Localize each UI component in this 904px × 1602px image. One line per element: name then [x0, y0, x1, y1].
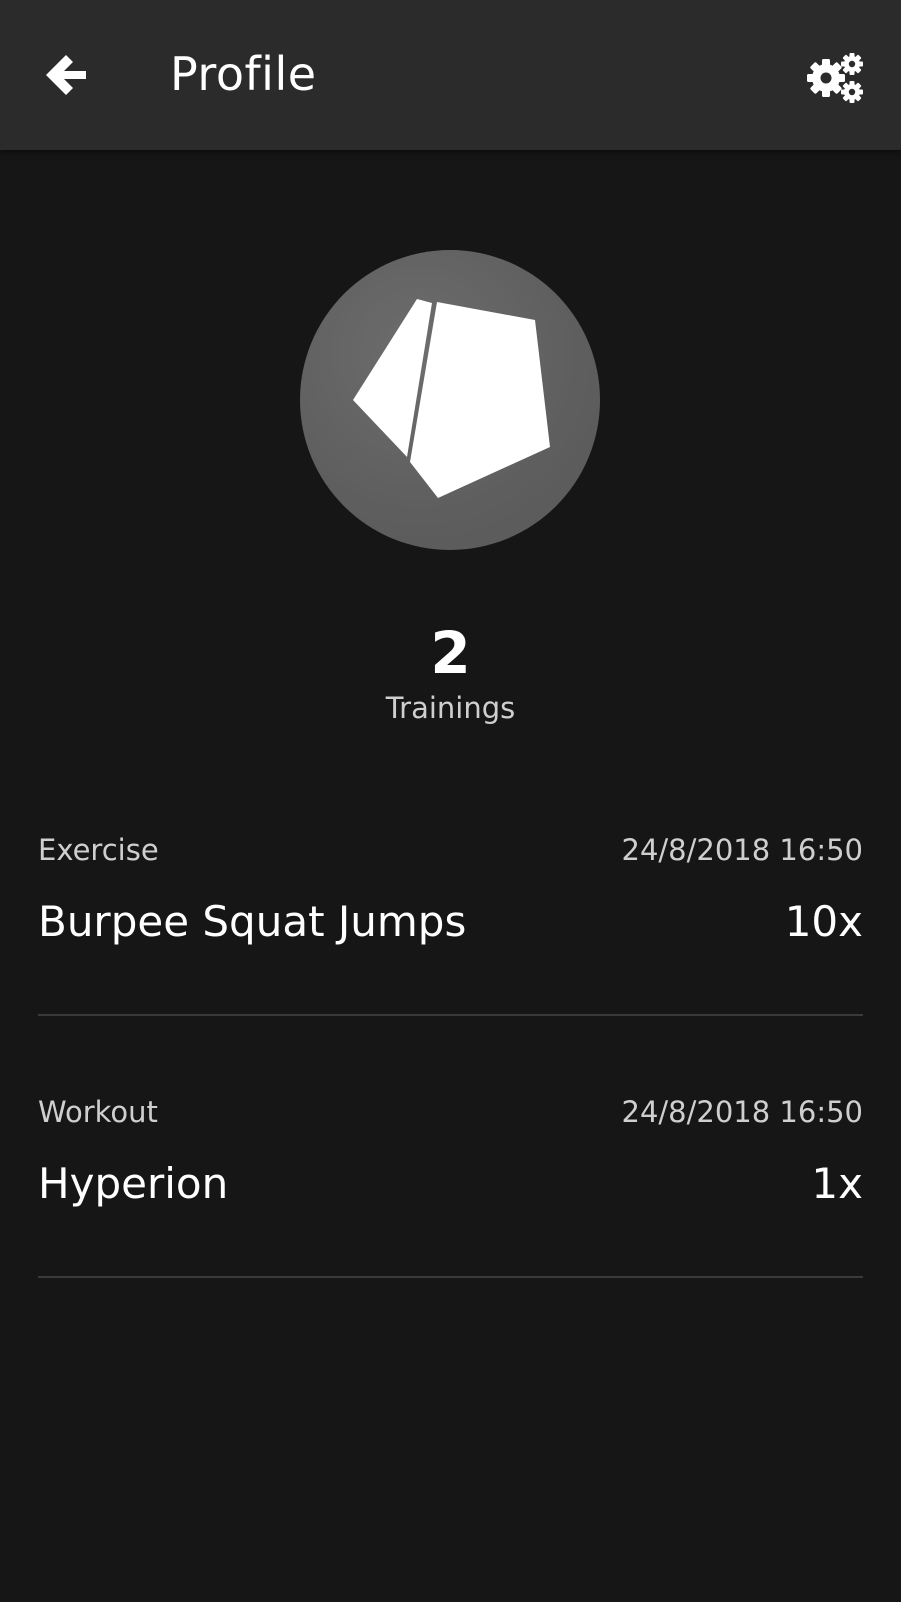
- training-type: Exercise: [38, 833, 159, 867]
- training-name: Burpee Squat Jumps: [38, 897, 467, 946]
- top-app-bar: Profile: [0, 0, 901, 150]
- training-type: Workout: [38, 1095, 158, 1129]
- training-count: 1x: [811, 1159, 863, 1208]
- trainings-count: 2: [430, 619, 471, 687]
- profile-screen: Profile 2 Trainings Exercise 24/8/2018 1…: [0, 0, 901, 1602]
- training-date: 24/8/2018 16:50: [621, 1095, 864, 1129]
- training-date: 24/8/2018 16:50: [621, 833, 864, 867]
- back-button[interactable]: [36, 45, 96, 105]
- training-count: 10x: [784, 897, 863, 946]
- training-name: Hyperion: [38, 1159, 229, 1208]
- gears-icon: [806, 50, 866, 106]
- settings-button[interactable]: [806, 50, 866, 106]
- pentagon-logo-icon: [300, 250, 600, 550]
- trainings-label: Trainings: [385, 691, 516, 725]
- training-list: Exercise 24/8/2018 16:50 Burpee Squat Ju…: [38, 820, 863, 1344]
- avatar: [300, 250, 600, 550]
- training-item[interactable]: Workout 24/8/2018 16:50 Hyperion 1x: [38, 1082, 863, 1278]
- training-item[interactable]: Exercise 24/8/2018 16:50 Burpee Squat Ju…: [38, 820, 863, 1016]
- arrow-left-icon: [36, 45, 96, 105]
- page-title: Profile: [170, 47, 317, 101]
